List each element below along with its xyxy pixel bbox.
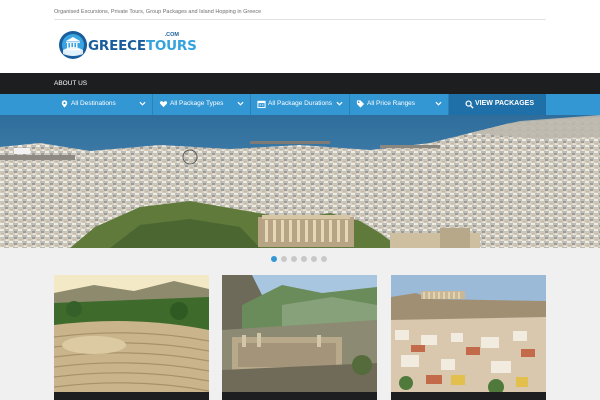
slider-dot[interactable] — [311, 256, 317, 262]
main-nav: ABOUT US — [0, 73, 600, 94]
site-logo[interactable]: GREECETOURS .COM — [58, 30, 197, 60]
chevron-down-icon — [237, 101, 244, 106]
athens-panorama-image — [0, 115, 600, 248]
calendar-icon — [257, 100, 266, 109]
price-tag-icon — [356, 100, 365, 108]
chevron-down-icon — [435, 101, 442, 106]
ancient-theatre-image — [54, 275, 209, 400]
chevron-down-icon — [139, 101, 146, 106]
slider-dot[interactable] — [291, 256, 297, 262]
slider-dot[interactable] — [301, 256, 307, 262]
logo-word-greece: GREECE — [88, 38, 146, 54]
delphi-ruins-image — [222, 275, 377, 400]
temple-logo-icon — [59, 31, 87, 59]
package-type-select-label: All Package Types — [170, 100, 224, 107]
view-packages-label: VIEW PACKAGES — [475, 100, 534, 107]
package-duration-select-label: All Package Durations — [268, 100, 332, 107]
package-type-select[interactable]: All Package Types — [153, 94, 251, 115]
heart-icon — [159, 101, 168, 108]
map-pin-icon — [61, 100, 68, 108]
logo-wordmark: GREECETOURS — [88, 38, 197, 54]
slider-dot[interactable] — [321, 256, 327, 262]
tour-card[interactable] — [54, 275, 209, 400]
view-packages-button[interactable]: VIEW PACKAGES — [449, 94, 546, 115]
logo-com-suffix: .COM — [164, 32, 179, 38]
header-divider — [54, 19, 546, 20]
destination-select-label: All Destinations — [71, 100, 116, 107]
card-caption-bar — [222, 392, 377, 400]
slider-dot[interactable] — [271, 256, 277, 262]
price-range-select[interactable]: All Price Ranges — [350, 94, 449, 115]
nav-item-about-us[interactable]: ABOUT US — [54, 80, 87, 87]
logo-word-tours: TOURS — [145, 38, 197, 54]
destination-select[interactable]: All Destinations — [54, 94, 153, 115]
card-caption-bar — [391, 392, 546, 400]
slider-dot[interactable] — [281, 256, 287, 262]
athens-acropolis-image — [391, 275, 546, 400]
tour-card[interactable] — [222, 275, 377, 400]
chevron-down-icon — [336, 101, 343, 106]
search-icon — [465, 100, 474, 109]
site-tagline: Organised Excursions, Private Tours, Gro… — [54, 9, 262, 15]
tour-card[interactable] — [391, 275, 546, 400]
hero-slider[interactable] — [0, 115, 600, 248]
package-duration-select[interactable]: All Package Durations — [251, 94, 350, 115]
card-caption-bar — [54, 392, 209, 400]
price-range-select-label: All Price Ranges — [367, 100, 416, 107]
